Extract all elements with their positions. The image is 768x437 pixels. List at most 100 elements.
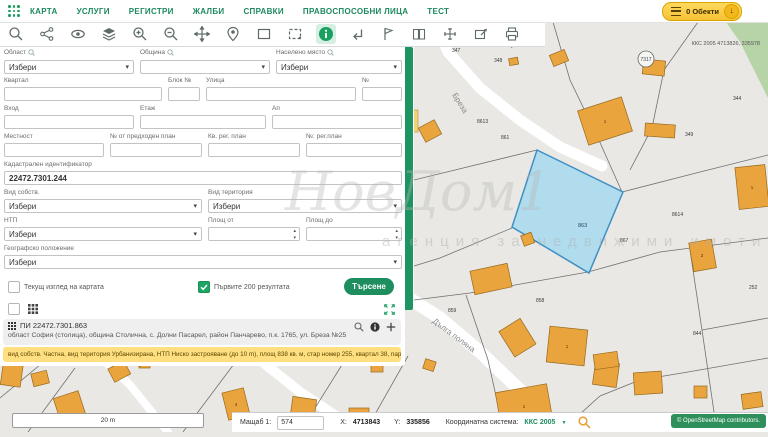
- zoom-to-result-icon[interactable]: [354, 322, 364, 332]
- x-value: 4713843: [353, 419, 380, 426]
- nav-item-test[interactable]: ТЕСТ: [427, 7, 449, 16]
- print-icon[interactable]: [502, 24, 522, 44]
- vid-sobstv-label: Вид собств.: [4, 189, 40, 196]
- x-label: X:: [340, 419, 347, 426]
- zone-circle-label: 7317: [640, 57, 651, 63]
- prev-plan-input[interactable]: [110, 143, 202, 157]
- map-toolbar: [0, 22, 545, 47]
- kv-reg-plan-input[interactable]: [208, 143, 300, 157]
- vid-teritoria-select[interactable]: Избери: [208, 199, 402, 213]
- results-select-all-checkbox[interactable]: [8, 303, 20, 315]
- svg-text:344: 344: [733, 96, 742, 102]
- results-panel: ПИ 22472.7301.863 област София (столица)…: [0, 300, 405, 366]
- current-view-checkbox-row[interactable]: Текущ изглед на картата: [8, 281, 104, 293]
- panel-resize-handle[interactable]: [405, 47, 413, 310]
- select-features-icon[interactable]: [37, 24, 57, 44]
- nav-item-uslugi[interactable]: УСЛУГИ: [77, 7, 110, 16]
- result-item[interactable]: ПИ 22472.7301.863 област София (столица)…: [3, 319, 401, 345]
- zoom-out-icon[interactable]: [161, 24, 181, 44]
- nav-item-spravki[interactable]: СПРАВКИ: [243, 7, 283, 16]
- kvartal-input[interactable]: [4, 87, 162, 101]
- measure-icon[interactable]: [440, 24, 460, 44]
- nav-item-registri[interactable]: РЕГИСТРИ: [129, 7, 174, 16]
- crs-label: Координатна система:: [446, 419, 519, 426]
- crs-caret-icon[interactable]: ▼: [561, 420, 566, 426]
- field-search-icon[interactable]: [327, 49, 334, 56]
- search-icon[interactable]: [6, 24, 26, 44]
- obshtina-select[interactable]: [140, 60, 270, 74]
- mestnost-input[interactable]: [4, 143, 104, 157]
- mestnost-label: Местност: [4, 133, 33, 140]
- kv-reg-plan-label: Кв. рег. план: [208, 133, 246, 140]
- add-result-icon[interactable]: [386, 322, 396, 332]
- field-search-icon[interactable]: [167, 49, 174, 56]
- ntp-label: НТП: [4, 217, 17, 224]
- blok-input[interactable]: [168, 87, 200, 101]
- pan-icon[interactable]: [192, 24, 212, 44]
- result-item-address: област София (столица), община Столична,…: [8, 332, 396, 339]
- ulitsa-input[interactable]: [206, 87, 356, 101]
- naseleno-select[interactable]: Избери: [276, 60, 402, 74]
- info-icon[interactable]: [316, 24, 336, 44]
- nav-item-karta[interactable]: КАРТА: [30, 7, 58, 16]
- scale-input[interactable]: 574: [277, 416, 324, 430]
- vhod-input[interactable]: [4, 115, 134, 129]
- download-icon[interactable]: ↓: [724, 4, 739, 19]
- oblast-label: Област: [4, 49, 35, 56]
- scale-bar: 20 m: [12, 413, 204, 428]
- plosht-do-stepper[interactable]: [306, 227, 402, 241]
- svg-text:349: 349: [685, 132, 694, 138]
- zoom-in-icon[interactable]: [130, 24, 150, 44]
- first-200-checkbox-row[interactable]: Първите 200 резултата: [198, 281, 290, 293]
- select-rectangle-icon[interactable]: [254, 24, 274, 44]
- first-200-checkbox[interactable]: [198, 281, 210, 293]
- vid-teritoria-label: Вид територия: [208, 189, 253, 196]
- coordinate-search-icon[interactable]: [578, 416, 591, 429]
- objects-button[interactable]: 0 Обекти ↓: [662, 2, 742, 21]
- nav-item-pravosposobni-litsa[interactable]: ПРАВОСПОСОБНИ ЛИЦА: [303, 7, 408, 16]
- oblast-select[interactable]: Избери: [4, 60, 134, 74]
- kad-id-input[interactable]: 22472.7301.244: [4, 171, 402, 185]
- first-200-label: Първите 200 резултата: [214, 284, 290, 291]
- result-item-id: ПИ 22472.7301.863: [20, 321, 87, 330]
- no-reg-plan-input[interactable]: [306, 143, 402, 157]
- apps-grid-icon[interactable]: [8, 5, 20, 17]
- svg-text:8613: 8613: [477, 119, 488, 125]
- etazh-input[interactable]: [140, 115, 266, 129]
- grid-view-icon[interactable]: [28, 304, 38, 314]
- extent-box-icon[interactable]: [471, 24, 491, 44]
- result-info-icon[interactable]: [370, 322, 380, 332]
- legend-book-icon[interactable]: [409, 24, 429, 44]
- current-view-label: Текущ изглед на картата: [24, 284, 104, 291]
- blok-label: Блок №: [168, 77, 191, 84]
- field-search-icon[interactable]: [28, 49, 35, 56]
- geo-select[interactable]: Избери: [4, 255, 402, 269]
- plosht-ot-stepper[interactable]: [208, 227, 300, 241]
- nomer-input[interactable]: [362, 87, 402, 101]
- selected-parcel-number: 863: [578, 223, 587, 229]
- crs-select[interactable]: ККС 2005: [524, 419, 555, 426]
- search-panel: Област Избери Община Населено място Избе…: [0, 47, 414, 301]
- prev-plan-label: № от предходен план: [110, 133, 175, 140]
- layers-icon[interactable]: [99, 24, 119, 44]
- ap-input[interactable]: [272, 115, 402, 129]
- svg-text:867: 867: [620, 238, 629, 244]
- no-reg-plan-label: №: рег.план: [306, 133, 342, 140]
- expand-results-icon[interactable]: [384, 304, 395, 315]
- vhod-label: Вход: [4, 105, 19, 112]
- vid-sobstv-select[interactable]: Избери: [4, 199, 202, 213]
- spatial-flag-icon[interactable]: [378, 24, 398, 44]
- svg-text:858: 858: [536, 298, 545, 304]
- results-header: [0, 300, 405, 318]
- nav-item-zhalbi[interactable]: ЖАЛБИ: [193, 7, 225, 16]
- result-item-details: вид собств. Частна, вид територия Урбани…: [3, 347, 401, 362]
- current-view-checkbox[interactable]: [8, 281, 20, 293]
- y-value: 335856: [406, 419, 429, 426]
- osm-attribution[interactable]: © OpenStreetMap contributors.: [671, 414, 766, 428]
- previous-extent-icon[interactable]: [347, 24, 367, 44]
- ntp-select[interactable]: Избери: [4, 227, 202, 241]
- select-polygon-icon[interactable]: [285, 24, 305, 44]
- eye-icon[interactable]: [68, 24, 88, 44]
- location-pin-icon[interactable]: [223, 24, 243, 44]
- search-button[interactable]: Търсене: [344, 278, 394, 295]
